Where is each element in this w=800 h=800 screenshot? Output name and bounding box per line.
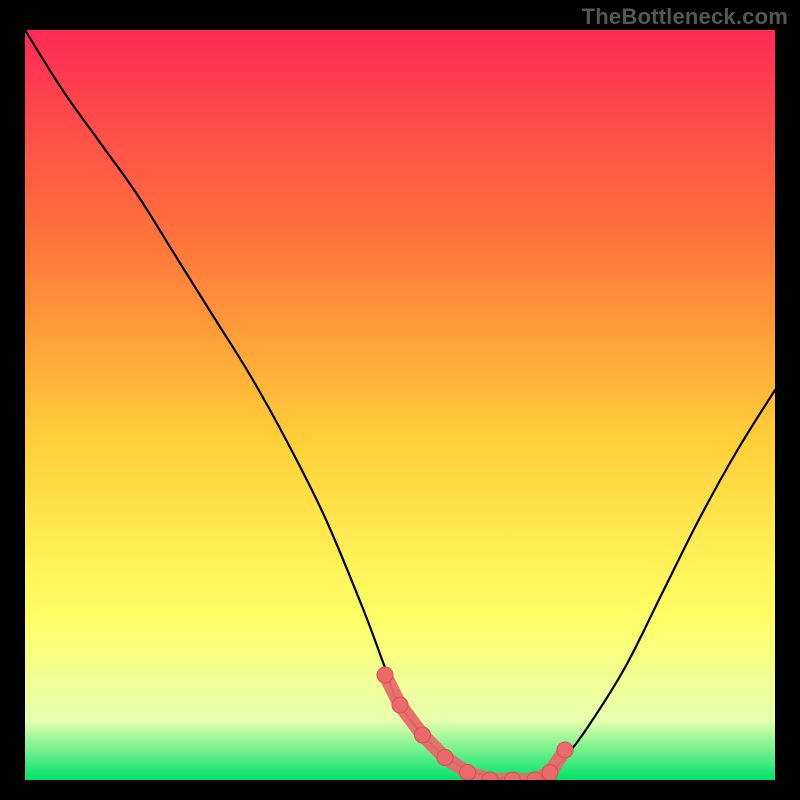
plot-area [25,30,775,780]
marker-dot [460,765,476,781]
gradient-background [25,30,775,780]
marker-dot [437,750,453,766]
chart-svg [25,30,775,780]
plot-frame [25,30,775,780]
marker-dot [377,667,393,683]
chart-container: TheBottleneck.com [0,0,800,800]
watermark-text: TheBottleneck.com [582,4,788,30]
marker-dot [557,742,573,758]
marker-dot [542,765,558,781]
marker-dot [392,697,408,713]
marker-dot [415,727,431,743]
